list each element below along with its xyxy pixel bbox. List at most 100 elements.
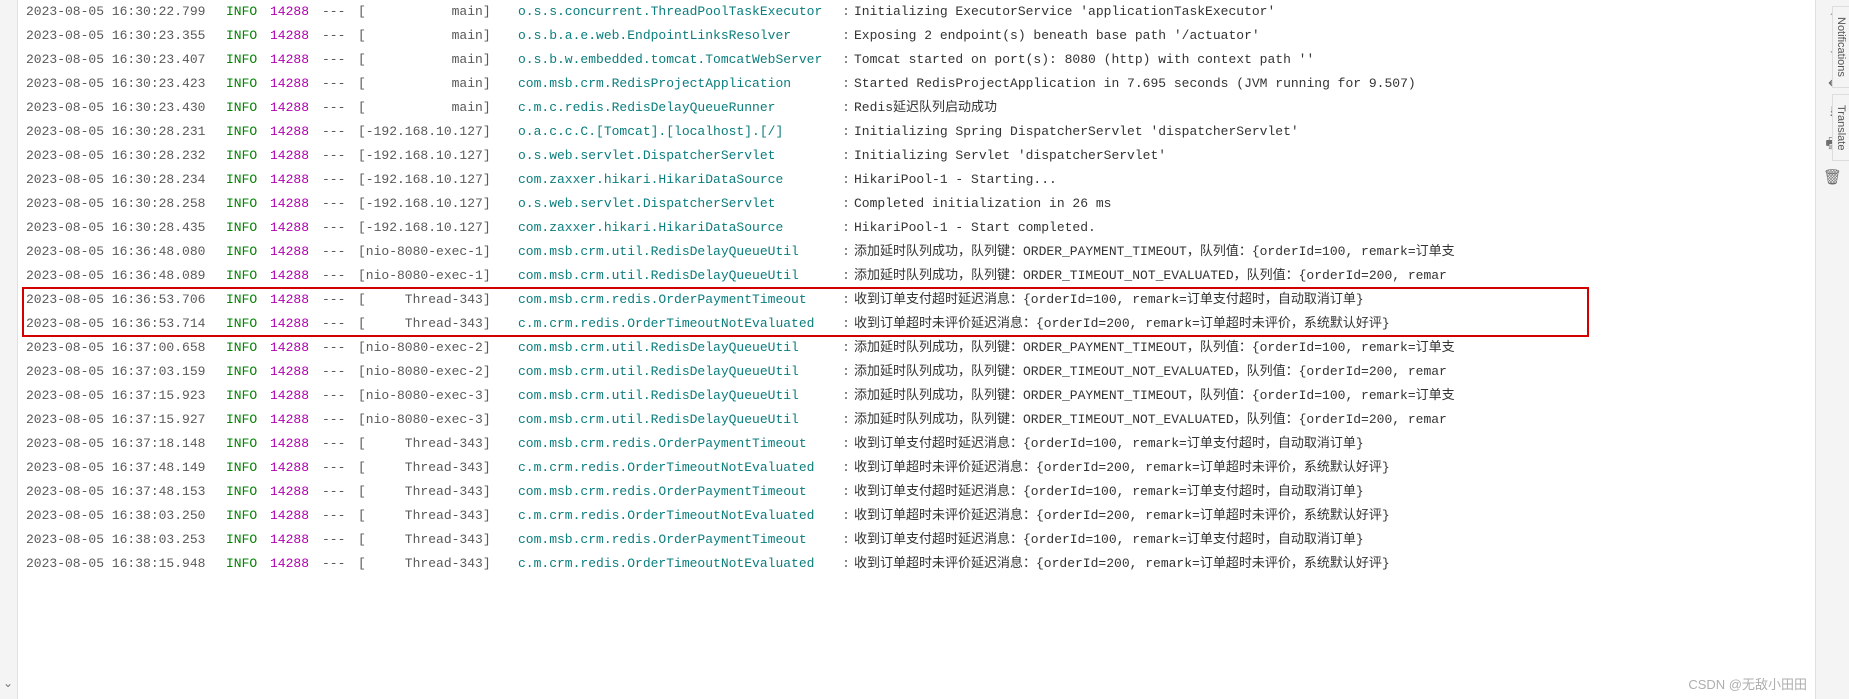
log-message: 收到订单支付超时延迟消息：{orderId=100, remark=订单支付超时… — [854, 480, 1807, 504]
log-separator: --- — [322, 48, 358, 72]
log-separator: --- — [322, 144, 358, 168]
log-pid: 14288 — [270, 552, 322, 576]
log-class: com.zaxxer.hikari.HikariDataSource — [518, 168, 838, 192]
log-thread: [-192.168.10.127] — [358, 144, 518, 168]
log-level: INFO — [226, 72, 270, 96]
log-separator: --- — [322, 552, 358, 576]
log-colon: : — [838, 0, 854, 24]
log-row[interactable]: 2023-08-05 16:30:22.799INFO14288---[ mai… — [18, 0, 1815, 24]
log-level: INFO — [226, 528, 270, 552]
log-class: o.s.s.concurrent.ThreadPoolTaskExecutor — [518, 0, 838, 24]
log-colon: : — [838, 360, 854, 384]
log-separator: --- — [322, 384, 358, 408]
log-thread: [ main] — [358, 72, 518, 96]
log-thread: [nio-8080-exec-3] — [358, 408, 518, 432]
log-timestamp: 2023-08-05 16:36:53.706 — [26, 288, 226, 312]
log-row[interactable]: 2023-08-05 16:36:48.080INFO14288---[nio-… — [18, 240, 1815, 264]
log-row[interactable]: 2023-08-05 16:37:15.923INFO14288---[nio-… — [18, 384, 1815, 408]
log-class: o.s.web.servlet.DispatcherServlet — [518, 144, 838, 168]
scroll-up-icon[interactable]: ↑ — [1824, 8, 1842, 26]
log-row[interactable]: 2023-08-05 16:38:03.253INFO14288---[ Thr… — [18, 528, 1815, 552]
chevron-down-icon[interactable]: ⌄ — [3, 676, 13, 691]
log-separator: --- — [322, 432, 358, 456]
log-row[interactable]: 2023-08-05 16:30:28.435INFO14288---[-192… — [18, 216, 1815, 240]
log-row[interactable]: 2023-08-05 16:30:28.258INFO14288---[-192… — [18, 192, 1815, 216]
log-pid: 14288 — [270, 216, 322, 240]
log-row[interactable]: 2023-08-05 16:30:28.232INFO14288---[-192… — [18, 144, 1815, 168]
print-icon[interactable]: 🖶 — [1824, 136, 1842, 154]
log-class: c.m.crm.redis.OrderTimeoutNotEvaluated — [518, 312, 838, 336]
log-pid: 14288 — [270, 192, 322, 216]
log-message: 收到订单超时未评价延迟消息：{orderId=200, remark=订单超时未… — [854, 504, 1807, 528]
log-separator: --- — [322, 360, 358, 384]
log-separator: --- — [322, 168, 358, 192]
log-row[interactable]: 2023-08-05 16:36:53.714INFO14288---[ Thr… — [18, 312, 1815, 336]
log-message: HikariPool-1 - Starting... — [854, 168, 1807, 192]
log-thread: [nio-8080-exec-3] — [358, 384, 518, 408]
log-row[interactable]: 2023-08-05 16:37:48.149INFO14288---[ Thr… — [18, 456, 1815, 480]
console-output[interactable]: 2023-08-05 16:30:22.799INFO14288---[ mai… — [18, 0, 1815, 699]
log-row[interactable]: 2023-08-05 16:37:00.658INFO14288---[nio-… — [18, 336, 1815, 360]
log-thread: [-192.168.10.127] — [358, 192, 518, 216]
log-message: Initializing Servlet 'dispatcherServlet' — [854, 144, 1807, 168]
log-timestamp: 2023-08-05 16:38:03.250 — [26, 504, 226, 528]
log-timestamp: 2023-08-05 16:37:48.153 — [26, 480, 226, 504]
log-colon: : — [838, 72, 854, 96]
log-row[interactable]: 2023-08-05 16:30:23.407INFO14288---[ mai… — [18, 48, 1815, 72]
scroll-to-end-icon[interactable]: ⭳ — [1824, 104, 1842, 122]
log-separator: --- — [322, 120, 358, 144]
log-message: Initializing Spring DispatcherServlet 'd… — [854, 120, 1807, 144]
log-colon: : — [838, 528, 854, 552]
log-timestamp: 2023-08-05 16:37:48.149 — [26, 456, 226, 480]
log-separator: --- — [322, 192, 358, 216]
log-pid: 14288 — [270, 408, 322, 432]
log-row[interactable]: 2023-08-05 16:30:23.430INFO14288---[ mai… — [18, 96, 1815, 120]
log-row[interactable]: 2023-08-05 16:38:15.948INFO14288---[ Thr… — [18, 552, 1815, 576]
log-thread: [ main] — [358, 0, 518, 24]
log-class: com.msb.crm.util.RedisDelayQueueUtil — [518, 408, 838, 432]
log-pid: 14288 — [270, 0, 322, 24]
log-pid: 14288 — [270, 384, 322, 408]
log-row[interactable]: 2023-08-05 16:37:03.159INFO14288---[nio-… — [18, 360, 1815, 384]
log-timestamp: 2023-08-05 16:30:22.799 — [26, 0, 226, 24]
log-colon: : — [838, 168, 854, 192]
log-timestamp: 2023-08-05 16:30:23.407 — [26, 48, 226, 72]
log-level: INFO — [226, 432, 270, 456]
log-message: 添加延时队列成功，队列键：ORDER_PAYMENT_TIMEOUT，队列值：{… — [854, 384, 1807, 408]
log-separator: --- — [322, 480, 358, 504]
scroll-down-icon[interactable]: ↓ — [1824, 40, 1842, 58]
clear-all-icon[interactable]: 🗑 — [1824, 168, 1842, 186]
soft-wrap-icon[interactable]: ↲ — [1824, 72, 1842, 90]
log-thread: [ main] — [358, 96, 518, 120]
log-message: Redis延迟队列启动成功 — [854, 96, 1807, 120]
log-row[interactable]: 2023-08-05 16:38:03.250INFO14288---[ Thr… — [18, 504, 1815, 528]
log-thread: [ Thread-343] — [358, 432, 518, 456]
log-class: com.msb.crm.RedisProjectApplication — [518, 72, 838, 96]
log-level: INFO — [226, 48, 270, 72]
log-timestamp: 2023-08-05 16:38:15.948 — [26, 552, 226, 576]
log-row[interactable]: 2023-08-05 16:36:53.706INFO14288---[ Thr… — [18, 288, 1815, 312]
log-row[interactable]: 2023-08-05 16:37:18.148INFO14288---[ Thr… — [18, 432, 1815, 456]
log-class: com.msb.crm.redis.OrderPaymentTimeout — [518, 432, 838, 456]
log-colon: : — [838, 240, 854, 264]
log-thread: [ Thread-343] — [358, 288, 518, 312]
log-class: c.m.c.redis.RedisDelayQueueRunner — [518, 96, 838, 120]
log-row[interactable]: 2023-08-05 16:30:23.355INFO14288---[ mai… — [18, 24, 1815, 48]
log-row[interactable]: 2023-08-05 16:30:23.423INFO14288---[ mai… — [18, 72, 1815, 96]
log-row[interactable]: 2023-08-05 16:36:48.089INFO14288---[nio-… — [18, 264, 1815, 288]
log-colon: : — [838, 384, 854, 408]
log-colon: : — [838, 144, 854, 168]
log-row[interactable]: 2023-08-05 16:37:15.927INFO14288---[nio-… — [18, 408, 1815, 432]
log-separator: --- — [322, 288, 358, 312]
log-row[interactable]: 2023-08-05 16:30:28.234INFO14288---[-192… — [18, 168, 1815, 192]
log-message: 添加延时队列成功，队列键：ORDER_TIMEOUT_NOT_EVALUATED… — [854, 264, 1807, 288]
log-class: com.zaxxer.hikari.HikariDataSource — [518, 216, 838, 240]
log-level: INFO — [226, 384, 270, 408]
log-timestamp: 2023-08-05 16:36:53.714 — [26, 312, 226, 336]
log-row[interactable]: 2023-08-05 16:30:28.231INFO14288---[-192… — [18, 120, 1815, 144]
log-class: com.msb.crm.redis.OrderPaymentTimeout — [518, 480, 838, 504]
log-thread: [ Thread-343] — [358, 456, 518, 480]
log-row[interactable]: 2023-08-05 16:37:48.153INFO14288---[ Thr… — [18, 480, 1815, 504]
log-separator: --- — [322, 96, 358, 120]
log-separator: --- — [322, 456, 358, 480]
